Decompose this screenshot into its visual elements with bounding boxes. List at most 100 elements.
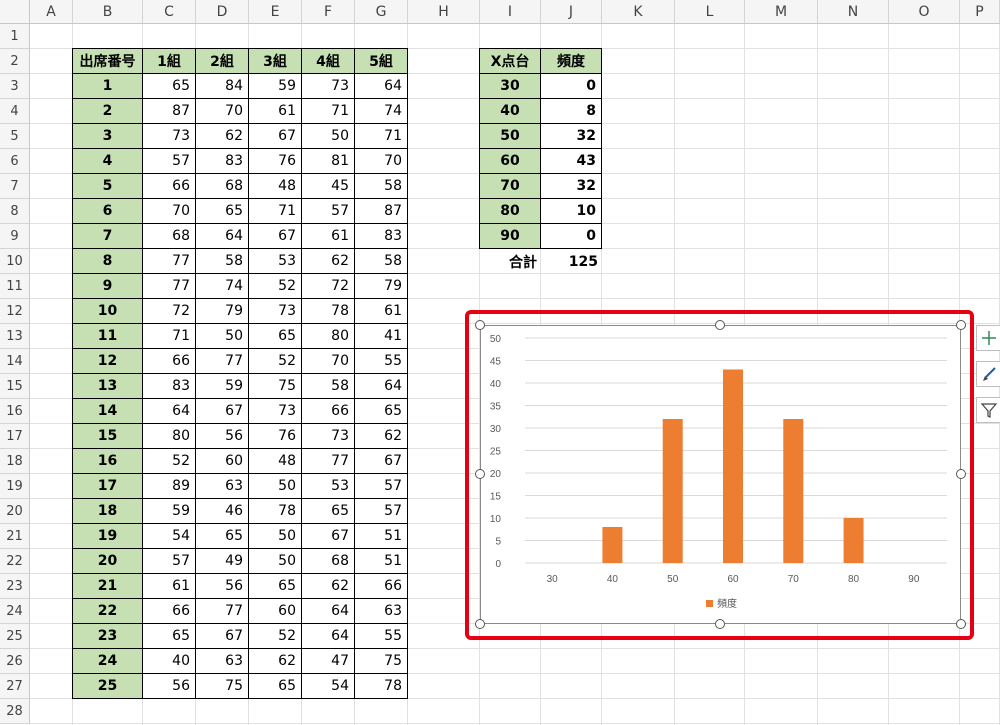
row-header[interactable]: 26 [0,649,30,674]
freq-count-cell[interactable]: 0 [540,223,602,249]
score-cell[interactable]: 66 [142,348,196,374]
score-cell[interactable]: 77 [142,273,196,299]
row-header[interactable]: 3 [0,74,30,99]
score-cell[interactable]: 50 [248,523,302,549]
resize-handle[interactable] [956,619,966,629]
score-cell[interactable]: 76 [248,148,302,174]
score-cell[interactable]: 50 [301,123,355,149]
score-cell[interactable]: 50 [248,548,302,574]
score-cell[interactable]: 63 [354,598,408,624]
student-number-cell[interactable]: 24 [72,648,143,674]
score-cell[interactable]: 61 [354,298,408,324]
score-cell[interactable]: 76 [248,423,302,449]
score-cell[interactable]: 67 [195,398,249,424]
student-number-cell[interactable]: 17 [72,473,143,499]
chart-styles-button[interactable] [976,361,1000,387]
score-cell[interactable]: 65 [142,73,196,99]
score-cell[interactable]: 57 [142,148,196,174]
score-cell[interactable]: 81 [301,148,355,174]
row-header[interactable]: 13 [0,324,30,349]
score-cell[interactable]: 58 [354,173,408,199]
score-cell[interactable]: 63 [195,473,249,499]
score-cell[interactable]: 57 [301,198,355,224]
score-cell[interactable]: 78 [354,673,408,699]
score-cell[interactable]: 67 [301,523,355,549]
score-cell[interactable]: 65 [142,623,196,649]
freq-count-cell[interactable]: 32 [540,123,602,149]
select-all-corner[interactable] [0,0,30,24]
student-number-cell[interactable]: 13 [72,373,143,399]
score-cell[interactable]: 72 [301,273,355,299]
student-number-cell[interactable]: 7 [72,223,143,249]
score-cell[interactable]: 66 [142,598,196,624]
score-cell[interactable]: 64 [301,623,355,649]
column-header[interactable]: I [480,0,541,24]
score-cell[interactable]: 60 [195,448,249,474]
student-number-cell[interactable]: 6 [72,198,143,224]
score-cell[interactable]: 67 [354,448,408,474]
resize-handle[interactable] [475,619,485,629]
column-header[interactable]: M [745,0,818,24]
score-cell[interactable]: 57 [142,548,196,574]
score-cell[interactable]: 55 [354,348,408,374]
score-cell[interactable]: 50 [195,323,249,349]
score-cell[interactable]: 77 [195,598,249,624]
student-number-cell[interactable]: 11 [72,323,143,349]
freq-class-cell[interactable]: 70 [479,173,541,199]
freq-class-cell[interactable]: 50 [479,123,541,149]
row-header[interactable]: 2 [0,49,30,74]
score-cell[interactable]: 84 [195,73,249,99]
student-number-cell[interactable]: 14 [72,398,143,424]
score-cell[interactable]: 64 [142,398,196,424]
freq-class-cell[interactable]: 60 [479,148,541,174]
score-cell[interactable]: 63 [195,648,249,674]
column-header[interactable]: B [73,0,143,24]
score-cell[interactable]: 79 [195,298,249,324]
score-cell[interactable]: 64 [354,73,408,99]
column-header[interactable]: K [602,0,675,24]
student-number-cell[interactable]: 20 [72,548,143,574]
score-cell[interactable]: 75 [195,673,249,699]
table-header-cell[interactable]: 5組 [354,48,408,74]
column-header[interactable]: P [960,0,1000,24]
row-header[interactable]: 21 [0,524,30,549]
score-cell[interactable]: 52 [248,348,302,374]
score-cell[interactable]: 62 [301,248,355,274]
student-number-cell[interactable]: 4 [72,148,143,174]
resize-handle[interactable] [956,469,966,479]
table-header-cell[interactable]: 1組 [142,48,196,74]
score-cell[interactable]: 45 [301,173,355,199]
student-number-cell[interactable]: 16 [72,448,143,474]
score-cell[interactable]: 61 [248,98,302,124]
total-label-cell[interactable]: 合計 [480,249,542,275]
score-cell[interactable]: 58 [195,248,249,274]
row-header[interactable]: 17 [0,424,30,449]
freq-count-cell[interactable]: 32 [540,173,602,199]
row-header[interactable]: 22 [0,549,30,574]
score-cell[interactable]: 65 [301,498,355,524]
score-cell[interactable]: 77 [301,448,355,474]
score-cell[interactable]: 77 [142,248,196,274]
score-cell[interactable]: 52 [248,273,302,299]
score-cell[interactable]: 78 [248,498,302,524]
score-cell[interactable]: 67 [248,223,302,249]
score-cell[interactable]: 70 [354,148,408,174]
score-cell[interactable]: 74 [195,273,249,299]
row-header[interactable]: 25 [0,624,30,649]
score-cell[interactable]: 51 [354,523,408,549]
row-header[interactable]: 1 [0,24,30,49]
column-header[interactable]: F [302,0,355,24]
score-cell[interactable]: 48 [248,173,302,199]
score-cell[interactable]: 75 [354,648,408,674]
student-number-cell[interactable]: 12 [72,348,143,374]
score-cell[interactable]: 55 [354,623,408,649]
score-cell[interactable]: 73 [301,423,355,449]
score-cell[interactable]: 75 [248,373,302,399]
row-header[interactable]: 24 [0,599,30,624]
score-cell[interactable]: 60 [248,598,302,624]
row-header[interactable]: 16 [0,399,30,424]
freq-header-cell[interactable]: 頻度 [540,48,602,74]
score-cell[interactable]: 65 [248,323,302,349]
table-header-cell[interactable]: 2組 [195,48,249,74]
column-header[interactable]: J [541,0,602,24]
